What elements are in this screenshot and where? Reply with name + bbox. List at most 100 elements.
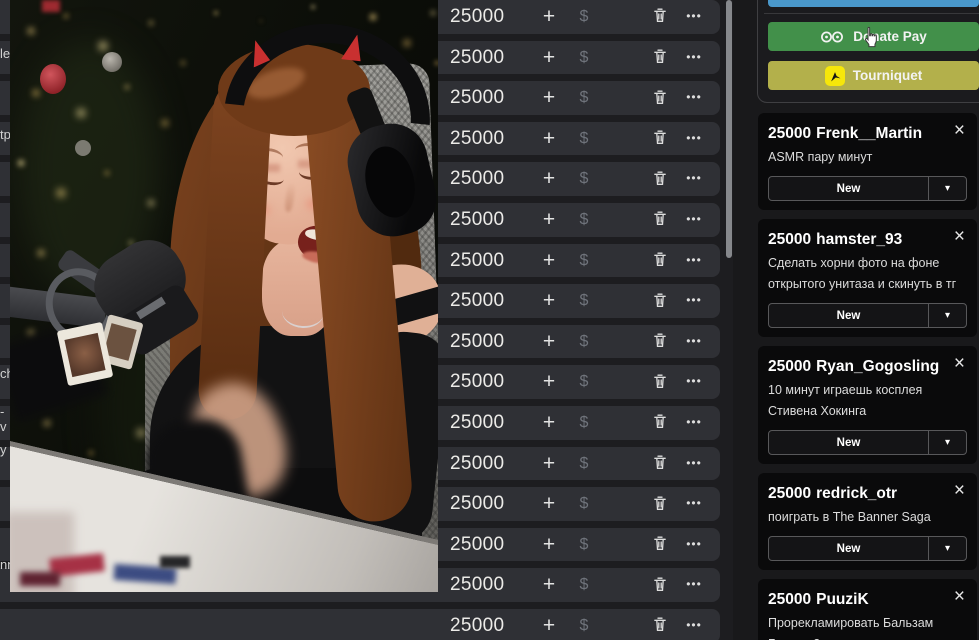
increase-amount-button[interactable]: +: [536, 487, 562, 521]
panel-divider: [764, 13, 979, 14]
more-options-button[interactable]: •••: [678, 41, 710, 75]
increase-amount-button[interactable]: +: [536, 0, 562, 34]
donation-description: ASMR пару минут: [768, 150, 873, 164]
list-scrollbar[interactable]: [726, 0, 732, 258]
close-button[interactable]: ×: [952, 227, 967, 246]
delete-row-button[interactable]: [649, 41, 671, 75]
delete-row-button[interactable]: [649, 365, 671, 399]
increase-amount-button[interactable]: +: [536, 81, 562, 115]
currency-button[interactable]: $: [574, 487, 594, 521]
increase-amount-button[interactable]: +: [536, 568, 562, 602]
currency-button[interactable]: $: [574, 568, 594, 602]
silver-ornament: [102, 52, 122, 72]
currency-button[interactable]: $: [574, 122, 594, 156]
trash-icon: [654, 577, 666, 591]
delete-row-button[interactable]: [649, 203, 671, 237]
amount-row: 25000 + $ •••: [0, 609, 720, 640]
increase-amount-button[interactable]: +: [536, 284, 562, 318]
increase-amount-button[interactable]: +: [536, 406, 562, 440]
more-options-button[interactable]: •••: [678, 447, 710, 481]
red-ornament: [40, 64, 66, 94]
close-button[interactable]: ×: [952, 354, 967, 373]
delete-row-button[interactable]: [649, 406, 671, 440]
more-options-button[interactable]: •••: [678, 162, 710, 196]
delete-row-button[interactable]: [649, 447, 671, 481]
edge-text-fragment: y: [0, 442, 7, 457]
tourniquet-button[interactable]: Tourniquet: [768, 61, 979, 90]
more-options-button[interactable]: •••: [678, 203, 710, 237]
increase-amount-button[interactable]: +: [536, 122, 562, 156]
edge-fragments: le tp ch -v y nn: [0, 0, 14, 640]
status-dropdown-button[interactable]: ▾: [928, 177, 966, 200]
status-dropdown-button[interactable]: ▾: [928, 431, 966, 454]
delete-row-button[interactable]: [649, 487, 671, 521]
increase-amount-button[interactable]: +: [536, 244, 562, 278]
partial-top-button[interactable]: [768, 0, 979, 7]
more-options-button[interactable]: •••: [678, 325, 710, 359]
donation-card: 25000 redrick_otr × поиграть в The Banne…: [758, 473, 977, 570]
close-button[interactable]: ×: [952, 587, 967, 606]
donation-amount: 25000: [768, 231, 812, 248]
more-options-button[interactable]: •••: [678, 365, 710, 399]
currency-button[interactable]: $: [574, 162, 594, 196]
increase-amount-button[interactable]: +: [536, 162, 562, 196]
increase-amount-button[interactable]: +: [536, 447, 562, 481]
delete-row-button[interactable]: [649, 0, 671, 34]
delete-row-button[interactable]: [649, 81, 671, 115]
delete-row-button[interactable]: [649, 528, 671, 562]
close-button[interactable]: ×: [952, 121, 967, 140]
currency-button[interactable]: $: [574, 406, 594, 440]
delete-row-button[interactable]: [649, 244, 671, 278]
more-options-button[interactable]: •••: [678, 528, 710, 562]
status-split-button: New ▾: [768, 430, 967, 455]
increase-amount-button[interactable]: +: [536, 365, 562, 399]
donation-description: Сделать хорни фото на фоне открытого уни…: [768, 256, 957, 291]
status-new-button[interactable]: New: [769, 304, 928, 327]
currency-button[interactable]: $: [574, 284, 594, 318]
currency-button[interactable]: $: [574, 325, 594, 359]
more-options-button[interactable]: •••: [678, 487, 710, 521]
close-button[interactable]: ×: [952, 481, 967, 500]
tourniquet-logo-icon: [824, 65, 845, 86]
delete-row-button[interactable]: [649, 162, 671, 196]
currency-button[interactable]: $: [574, 447, 594, 481]
delete-row-button[interactable]: [649, 568, 671, 602]
more-options-button[interactable]: •••: [678, 406, 710, 440]
status-split-button: New ▾: [768, 176, 967, 201]
increase-amount-button[interactable]: +: [536, 203, 562, 237]
donation-card: 25000 Ryan_Gogosling × 10 минут играешь …: [758, 346, 977, 464]
currency-button[interactable]: $: [574, 365, 594, 399]
currency-button[interactable]: $: [574, 0, 594, 34]
delete-row-button[interactable]: [649, 609, 671, 640]
more-options-button[interactable]: •••: [678, 122, 710, 156]
increase-amount-button[interactable]: +: [536, 41, 562, 75]
currency-button[interactable]: $: [574, 81, 594, 115]
more-options-button[interactable]: •••: [678, 609, 710, 640]
currency-button[interactable]: $: [574, 609, 594, 640]
status-dropdown-button[interactable]: ▾: [928, 304, 966, 327]
currency-button[interactable]: $: [574, 203, 594, 237]
currency-button[interactable]: $: [574, 41, 594, 75]
increase-amount-button[interactable]: +: [536, 325, 562, 359]
more-options-button[interactable]: •••: [678, 568, 710, 602]
trash-icon: [654, 9, 666, 23]
status-new-button[interactable]: New: [769, 537, 928, 560]
more-options-button[interactable]: •••: [678, 284, 710, 318]
delete-row-button[interactable]: [649, 325, 671, 359]
more-options-button[interactable]: •••: [678, 0, 710, 34]
currency-button[interactable]: $: [574, 244, 594, 278]
more-options-button[interactable]: •••: [678, 244, 710, 278]
trash-icon: [654, 536, 666, 551]
amount-value: 25000: [450, 330, 505, 352]
delete-row-button[interactable]: [649, 284, 671, 318]
status-dropdown-button[interactable]: ▾: [928, 537, 966, 560]
status-new-button[interactable]: New: [769, 431, 928, 454]
currency-button[interactable]: $: [574, 528, 594, 562]
increase-amount-button[interactable]: +: [536, 528, 562, 562]
amount-value: 25000: [450, 412, 505, 433]
delete-row-button[interactable]: [649, 122, 671, 156]
increase-amount-button[interactable]: +: [536, 609, 562, 640]
more-options-button[interactable]: •••: [678, 81, 710, 115]
donation-amount: 25000: [768, 591, 812, 608]
status-new-button[interactable]: New: [769, 177, 928, 200]
